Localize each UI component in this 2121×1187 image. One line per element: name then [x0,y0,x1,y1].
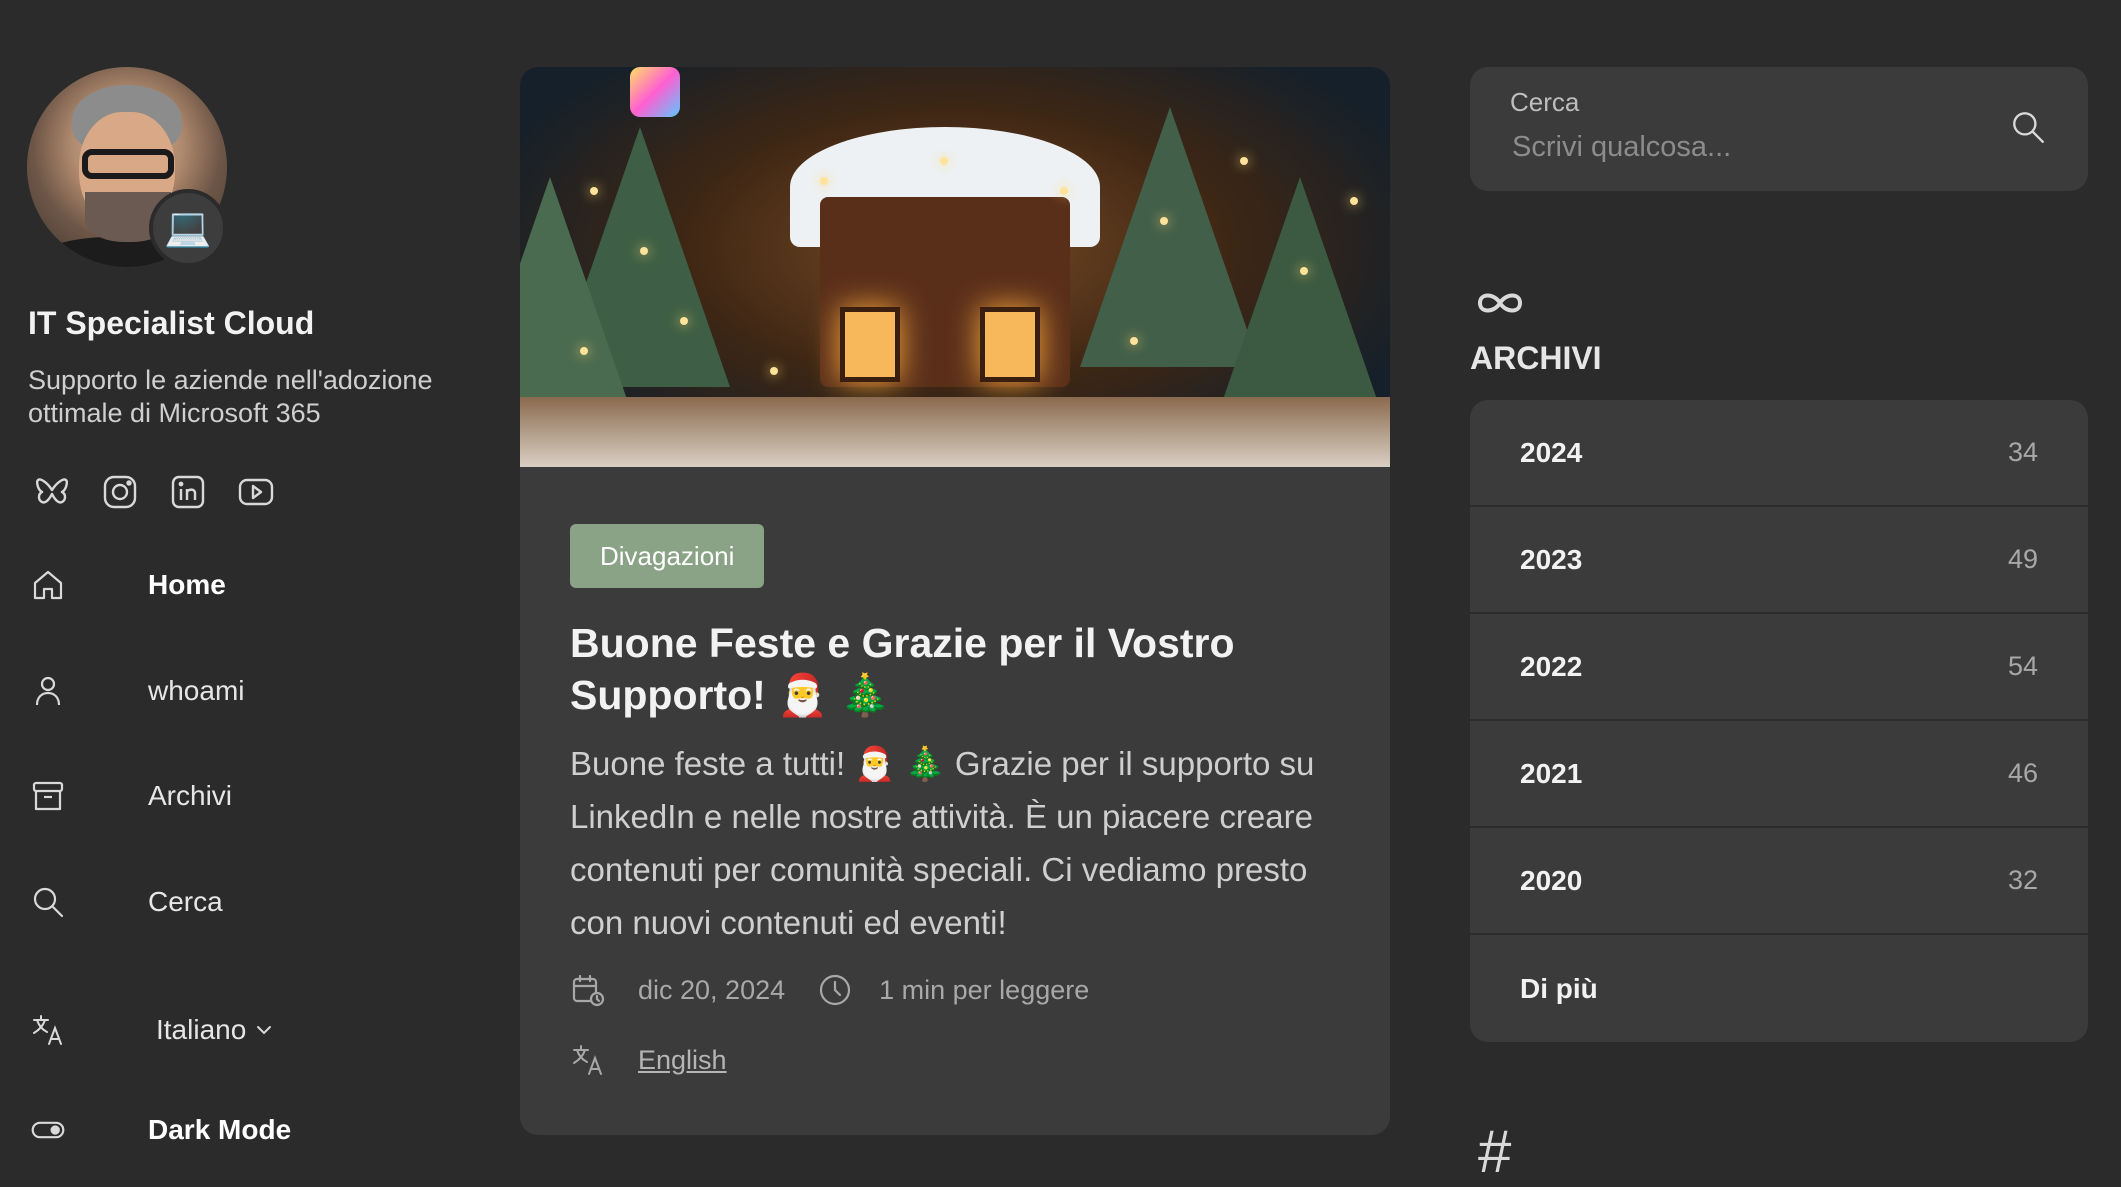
search-input[interactable] [1510,125,1990,169]
archive-year: 2020 [1520,864,1583,896]
archive-count: 34 [2007,437,2038,467]
archive-count: 49 [2007,544,2038,574]
archive-year: 2021 [1520,757,1583,789]
nav-whoami[interactable]: whoami [28,666,244,716]
search-label: Cerca [1510,87,1580,117]
dark-mode-label: Dark Mode [148,1114,292,1145]
post-cover-image[interactable] [520,67,1390,467]
language-selector[interactable]: Italiano [28,1005,272,1055]
calendar-clock-icon [572,974,605,1007]
translate-icon [573,1045,602,1075]
archive-count: 46 [2007,758,2038,788]
hashtag-icon: # [1478,1118,1512,1185]
linkedin-icon[interactable] [166,470,210,514]
archive-year: 2024 [1520,436,1583,468]
nav-archivi-label: Archivi [148,780,233,811]
archive-row-2021[interactable]: 2021 46 [1470,721,2088,828]
archive-year: 2022 [1520,650,1583,682]
clock-icon [820,974,851,1006]
read-time: 1 min per leggere [879,974,1090,1005]
category-tag[interactable]: Divagazioni [570,524,765,588]
archive-box-icon [28,776,68,816]
archive-year: 2023 [1520,543,1583,575]
nav-archivi[interactable]: Archivi [28,771,232,821]
search-icon[interactable] [2008,107,2048,147]
nav-home[interactable]: Home [28,560,226,610]
archive-count: 32 [2007,865,2038,895]
nav-cerca[interactable]: Cerca [28,877,223,927]
post-meta: dic 20, 2024 1 min per leggere [570,972,1089,1008]
sidebar: 💻 IT Specialist Cloud Supporto le aziend… [0,0,500,1187]
translation-link-english[interactable]: English [638,1045,727,1076]
post-card[interactable]: Divagazioni Buone Feste e Grazie per il … [520,67,1390,1135]
archive-row-2024[interactable]: 2024 34 [1470,400,2088,507]
archive-more-link[interactable]: Di più [1470,935,2088,1042]
language-select[interactable]: Italiano [156,1014,274,1046]
user-icon [28,671,68,711]
post-date: dic 20, 2024 [638,974,786,1005]
search-icon [28,882,68,922]
chevron-down-icon [257,1026,272,1035]
home-icon [28,565,68,605]
youtube-icon[interactable] [234,470,278,514]
site-title[interactable]: IT Specialist Cloud [28,305,314,342]
archive-heading: ARCHIVI [1470,340,1602,376]
laptop-icon: 💻 [149,189,227,267]
social-links [30,470,278,514]
archive-list: 2024 34 2023 49 2022 54 2021 46 2020 32 … [1470,400,2088,1042]
language-label: Italiano [156,1014,247,1045]
site-subtitle: Supporto le aziende nell'adozione ottima… [28,365,433,428]
bluesky-icon[interactable] [30,470,74,514]
archive-more-label: Di più [1520,972,1598,1004]
archive-row-2022[interactable]: 2022 54 [1470,614,2088,721]
archive-row-2023[interactable]: 2023 49 [1470,507,2088,614]
instagram-icon[interactable] [98,470,142,514]
archive-count: 54 [2007,651,2038,681]
post-title[interactable]: Buone Feste e Grazie per il Vostro Suppo… [570,617,1350,721]
nav-home-label: Home [148,569,226,600]
archive-row-2020[interactable]: 2020 32 [1470,828,2088,935]
toggle-icon [28,1110,68,1150]
infinity-icon [1477,293,1523,313]
nav-whoami-label: whoami [148,675,245,706]
post-excerpt: Buone feste a tutti! 🎅 🎄 Grazie per il s… [570,745,1315,941]
dark-mode-toggle[interactable]: Dark Mode [28,1105,291,1155]
post-translation: English [570,1042,727,1078]
search-widget: Cerca [1470,67,2088,191]
translate-icon [28,1010,68,1050]
nav-cerca-label: Cerca [148,886,223,917]
avatar[interactable]: 💻 [27,67,227,267]
